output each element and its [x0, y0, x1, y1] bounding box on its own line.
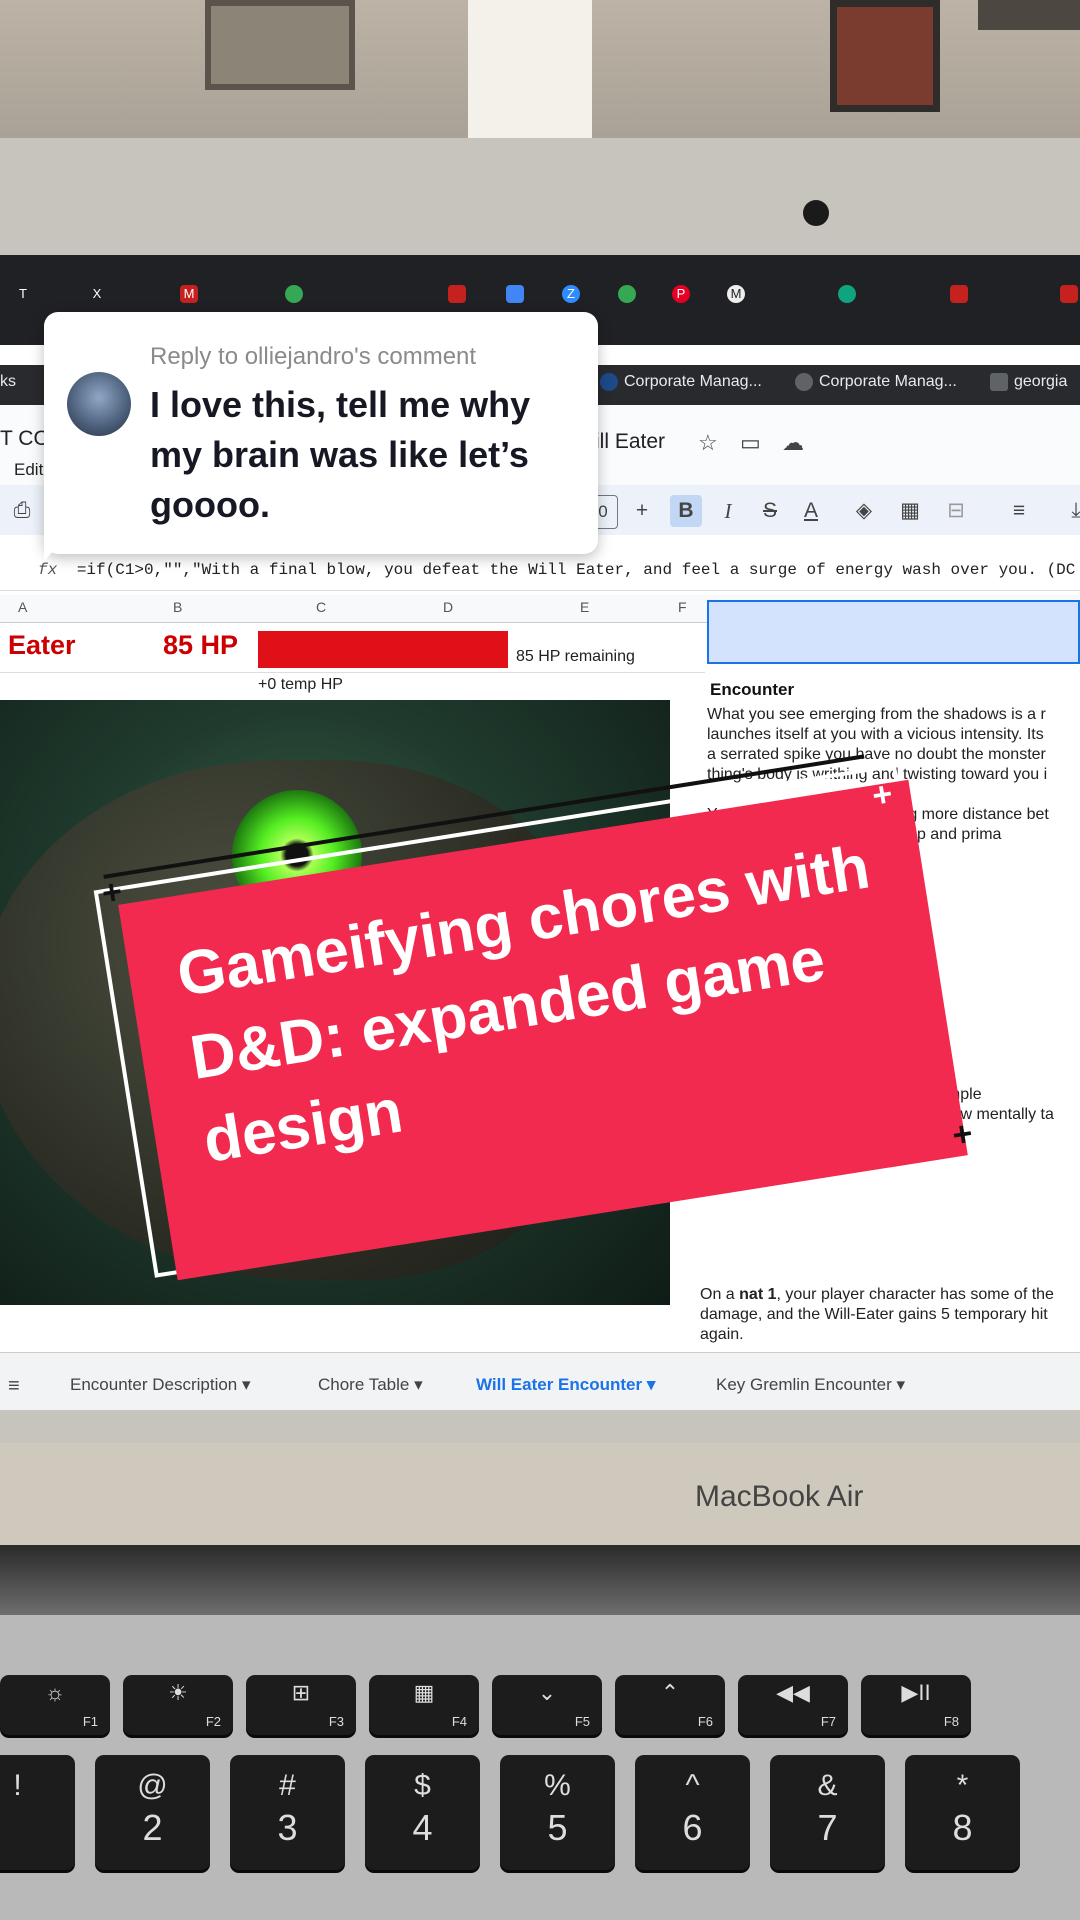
extension-icon[interactable] [1060, 285, 1078, 303]
column-header[interactable]: C [316, 599, 326, 615]
f8-key[interactable]: ▶II F8 [861, 1675, 971, 1735]
fill-color-icon[interactable]: ◈ [850, 495, 878, 527]
selected-cell[interactable] [707, 600, 1080, 664]
sheet-tabs-bar: ≡ Encounter Description ▾ Chore Table ▾ … [0, 1352, 1080, 1410]
key-4[interactable]: $4 [365, 1755, 480, 1870]
sheet-tab[interactable]: Key Gremlin Encounter ▾ [716, 1375, 905, 1395]
move-folder-icon[interactable]: ▭ [740, 430, 761, 456]
bookmark-item[interactable]: ks [0, 373, 16, 391]
hp-remaining-cell[interactable]: 85 HP remaining [516, 648, 635, 666]
extension-icon[interactable] [448, 285, 466, 303]
fx-icon: fx [38, 561, 58, 579]
reply-label: Reply to olliejandro's comment [150, 343, 477, 370]
doc-title[interactable]: ill Eater [595, 430, 665, 454]
window-light [468, 0, 592, 140]
key-6[interactable]: ^ 6 [635, 1755, 750, 1870]
extension-icon[interactable] [838, 285, 856, 303]
column-header[interactable]: D [443, 599, 453, 615]
laptop-brand-label: MacBook Air [695, 1480, 864, 1513]
text-color-button[interactable]: A [797, 495, 825, 527]
bookmark-item[interactable]: Corporate Manag... [600, 373, 762, 391]
hp-cell[interactable]: 85 HP [163, 630, 238, 661]
doc-title-fragment: T CO [0, 427, 50, 450]
bold-button[interactable]: B [670, 495, 702, 527]
temp-hp-cell[interactable]: +0 temp HP [258, 676, 343, 694]
extension-icon[interactable] [618, 285, 636, 303]
avatar[interactable] [67, 372, 131, 436]
column-header[interactable]: A [18, 599, 27, 615]
edit-menu[interactable]: Edit [14, 460, 43, 480]
column-header[interactable]: B [173, 599, 182, 615]
star-icon[interactable]: ☆ [698, 430, 718, 456]
bookmark-item[interactable]: georgia [990, 373, 1067, 391]
f4-key[interactable]: ▦ F4 [369, 1675, 479, 1735]
encounter-heading: Encounter [710, 680, 795, 699]
extension-icon[interactable] [950, 285, 968, 303]
formula-bar[interactable]: fx =if(C1>0,"","With a final blow, you d… [0, 550, 1080, 591]
all-sheets-icon[interactable]: ≡ [8, 1375, 20, 1398]
print-icon[interactable]: ⎙ [8, 495, 36, 527]
borders-icon[interactable]: ▦ [896, 495, 924, 527]
key-2[interactable]: @2 [95, 1755, 210, 1870]
bookmark-favicon [990, 373, 1008, 391]
key-1[interactable]: ! [0, 1755, 75, 1870]
f7-key[interactable]: ◀◀ F7 [738, 1675, 848, 1735]
zoom-icon[interactable]: Z [562, 285, 580, 303]
laptop-hinge [0, 1545, 1080, 1615]
key-5[interactable]: % 5 [500, 1755, 615, 1870]
bookmark-favicon [600, 373, 618, 391]
bookmark-item[interactable]: Corporate Manag... [795, 373, 957, 391]
bubble-tail [44, 535, 68, 561]
f2-key[interactable]: ☀ F2 [123, 1675, 233, 1735]
column-header[interactable]: E [580, 599, 589, 615]
align-icon[interactable]: ≡ [1005, 495, 1033, 527]
sheet-tab[interactable]: Encounter Description ▾ [70, 1375, 251, 1395]
f3-key[interactable]: ⊞ F3 [246, 1675, 356, 1735]
f1-key[interactable]: ☼ F1 [0, 1675, 110, 1735]
merge-cells-icon[interactable]: ⊟ [942, 495, 970, 527]
column-header[interactable]: F [678, 599, 687, 615]
f5-key[interactable]: ⌄ F5 [492, 1675, 602, 1735]
f6-key[interactable]: ⌃ F6 [615, 1675, 725, 1735]
hp-bar-fill [258, 631, 508, 668]
nat1-text[interactable]: On a nat 1, your player character has so… [700, 1285, 1080, 1345]
formula-text[interactable]: =if(C1>0,"","With a final blow, you defe… [67, 561, 1080, 579]
key-7[interactable]: & 7 [770, 1755, 885, 1870]
wall-picture-frame [830, 0, 940, 112]
key-8[interactable]: * 8 [905, 1755, 1020, 1870]
sheet-tab-active[interactable]: Will Eater Encounter ▾ [476, 1375, 655, 1395]
gmail-icon[interactable]: M [180, 285, 198, 303]
strikethrough-button[interactable]: S [756, 495, 784, 527]
extension-icon[interactable]: X [88, 285, 106, 303]
extension-icon[interactable]: T [14, 285, 32, 303]
docs-icon[interactable] [506, 285, 524, 303]
wall-picture-frame [205, 0, 355, 90]
webcam [803, 200, 829, 226]
key-3[interactable]: #3 [230, 1755, 345, 1870]
bookmark-favicon [795, 373, 813, 391]
reply-comment-text: I love this, tell me why my brain was li… [150, 384, 531, 525]
sheet-tab[interactable]: Chore Table ▾ [318, 1375, 423, 1395]
cloud-status-icon[interactable]: ☁ [782, 430, 804, 456]
italic-button[interactable]: I [714, 495, 742, 527]
wall-picture-frame [978, 0, 1080, 30]
medium-icon[interactable]: M [727, 285, 745, 303]
monster-name-cell[interactable]: Eater [8, 630, 76, 661]
increase-font-button[interactable]: + [628, 495, 656, 527]
pinterest-icon[interactable]: P [672, 285, 690, 303]
valign-icon[interactable]: ⤓ [1062, 495, 1080, 527]
extension-icon[interactable] [285, 285, 303, 303]
